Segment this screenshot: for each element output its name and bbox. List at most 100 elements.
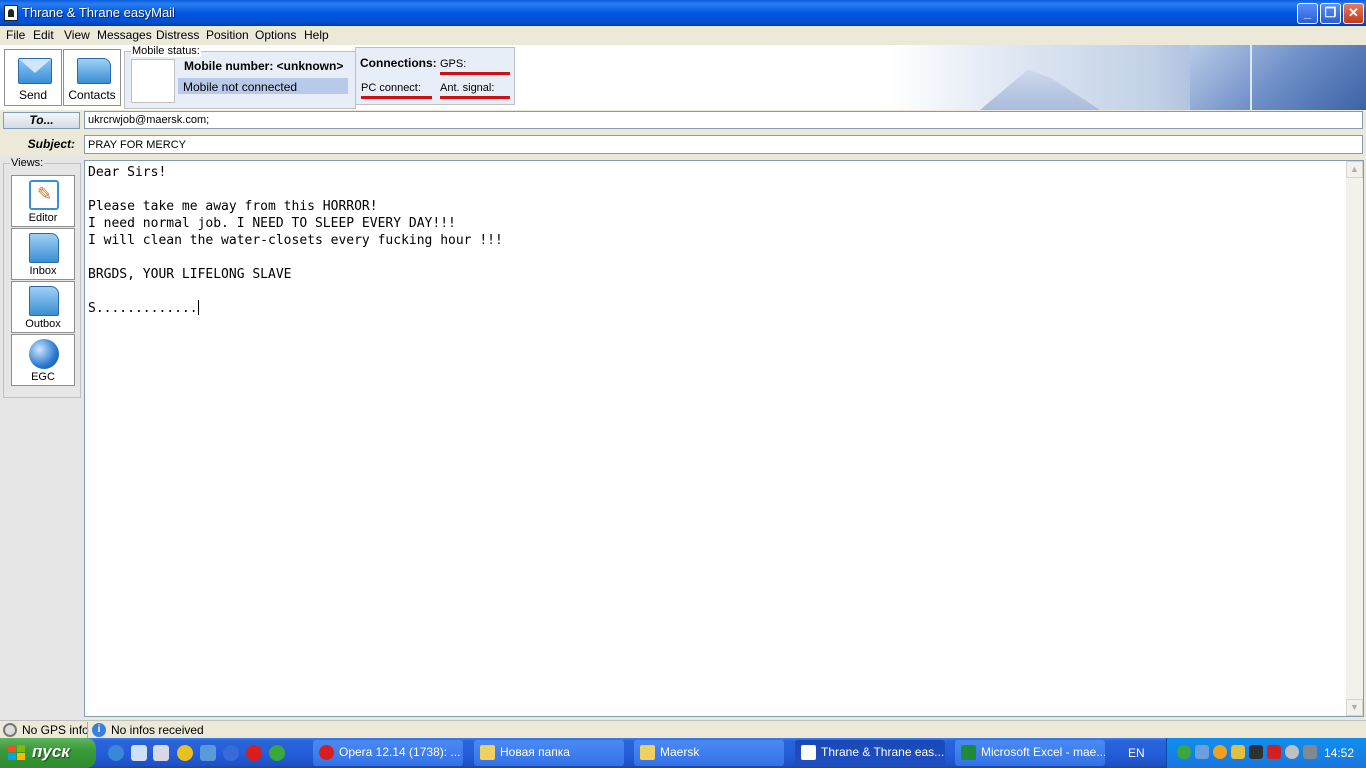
view-inbox-label: Inbox [29,265,57,277]
opera-task-icon [319,745,334,760]
menu-options[interactable]: Options [255,28,296,42]
printer-icon[interactable] [153,745,169,761]
ie-icon[interactable] [108,745,124,761]
gps-indicator-label: GPS: [440,58,467,70]
task-new-folder[interactable]: Новая папка [474,740,624,766]
opera-icon[interactable] [246,745,262,761]
task-excel-label: Microsoft Excel - mae... [981,745,1105,759]
update-tray-icon[interactable] [1213,745,1227,759]
clock: 14:52 [1324,746,1355,760]
views-legend: Views: [10,157,45,169]
view-editor-label: Editor [28,212,58,224]
antivirus-tray-icon[interactable] [1267,745,1281,759]
ant-signal-label: Ant. signal: [440,82,495,94]
views-group: Views: Editor Inbox Outbox EGC [3,157,81,398]
explorer-icon[interactable] [131,745,147,761]
app-icon[interactable] [4,5,18,21]
menu-view[interactable]: View [64,28,90,42]
utorrent-tray-icon[interactable] [1177,745,1191,759]
task-opera-label: Opera 12.14 (1738): ... [339,745,461,759]
status-separator [87,722,88,738]
menu-file[interactable]: File [6,28,25,42]
view-egc-label: EGC [31,371,55,383]
status-bar: No GPS info i No infos received [0,720,1366,738]
scroll-up-icon[interactable]: ▲ [1346,161,1363,178]
easymail-task-icon [801,745,816,760]
utorrent-icon[interactable] [269,745,285,761]
banner-mountain [980,69,1100,110]
phone-image [131,59,175,103]
banner-image [890,45,1366,110]
task-opera[interactable]: Opera 12.14 (1738): ... [313,740,463,766]
ant-signal-bar [440,96,510,99]
to-button[interactable]: To... [3,112,80,129]
title-bar: Thrane & Thrane easyMail _ ❐ ✕ [0,0,1366,26]
language-indicator[interactable]: EN [1128,746,1145,760]
close-button[interactable]: ✕ [1343,3,1364,24]
view-outbox-label: Outbox [25,318,61,330]
mobile-connection-status: Mobile not connected [178,78,348,94]
send-label: Send [18,88,48,102]
task-maersk[interactable]: Maersk [634,740,784,766]
gps-status: No GPS info [22,723,89,737]
gps-icon [3,723,17,737]
scroll-down-icon[interactable]: ▼ [1346,699,1363,716]
task-maersk-label: Maersk [660,745,700,759]
subject-field[interactable]: PRAY FOR MERCY [84,135,1363,154]
menu-position[interactable]: Position [206,28,249,42]
menu-messages[interactable]: Messages [97,28,152,42]
gps-indicator-bar [440,72,510,75]
pc-connect-label: PC connect: [361,82,421,94]
envelope-icon [18,58,52,84]
task-easymail[interactable]: Thrane & Thrane eas... [795,740,945,766]
toolbar: Send Contacts Mobile status: Mobile numb… [0,45,1366,110]
network-tray-icon[interactable] [1195,745,1209,759]
mobile-number: Mobile number: <unknown> [184,59,344,73]
start-button[interactable]: пуск [0,738,96,768]
subject-row: Subject: PRAY FOR MERCY [0,133,1366,156]
to-field[interactable]: ukrcrwjob@maersk.com; [84,111,1363,129]
info-status: No infos received [111,723,204,737]
view-outbox-button[interactable]: Outbox [11,281,75,333]
volume-tray-icon[interactable] [1249,745,1263,759]
banner-mast [1250,45,1252,110]
to-row: To... ukrcrwjob@maersk.com; [0,110,1366,132]
menu-edit[interactable]: Edit [33,28,54,42]
app-shortcut-icon[interactable] [200,745,216,761]
editor-icon [29,180,59,210]
view-inbox-button[interactable]: Inbox [11,228,75,280]
info-icon: i [92,723,106,737]
subject-label: Subject: [27,137,75,151]
message-editor[interactable]: Dear Sirs! Please take me away from this… [84,160,1364,717]
connections-heading: Connections: [360,56,437,70]
monitor-tray-icon[interactable] [1303,745,1317,759]
menu-distress[interactable]: Distress [156,28,199,42]
send-button[interactable]: Send [4,49,62,106]
chrome-icon[interactable] [177,745,193,761]
minimize-button[interactable]: _ [1297,3,1318,24]
banner-sail [1190,45,1366,110]
outbox-folder-icon [29,286,59,316]
view-editor-button[interactable]: Editor [11,175,75,227]
task-easymail-label: Thrane & Thrane eas... [821,745,945,759]
flash-icon[interactable] [223,745,239,761]
folder-task-icon [480,745,495,760]
window-title: Thrane & Thrane easyMail [22,5,175,20]
contacts-label: Contacts [68,88,116,102]
shield-tray-icon[interactable] [1231,745,1245,759]
contacts-folder-icon [77,58,111,84]
contacts-button[interactable]: Contacts [63,49,121,106]
mobile-status-legend: Mobile status: [131,45,201,57]
excel-task-icon [961,745,976,760]
start-label: пуск [32,742,70,761]
maximize-button[interactable]: ❐ [1320,3,1341,24]
menu-bar: File Edit View Messages Distress Positio… [0,26,1366,45]
device-tray-icon[interactable] [1285,745,1299,759]
taskbar: пуск Opera 12.14 (1738): ... Новая папка… [0,738,1366,768]
menu-help[interactable]: Help [304,28,329,42]
view-egc-button[interactable]: EGC [11,334,75,386]
message-body-text: Dear Sirs! Please take me away from this… [88,165,503,316]
message-body[interactable]: Dear Sirs! Please take me away from this… [88,164,1343,714]
task-excel[interactable]: Microsoft Excel - mae... [955,740,1105,766]
vertical-scrollbar[interactable]: ▲ ▼ [1346,161,1363,716]
